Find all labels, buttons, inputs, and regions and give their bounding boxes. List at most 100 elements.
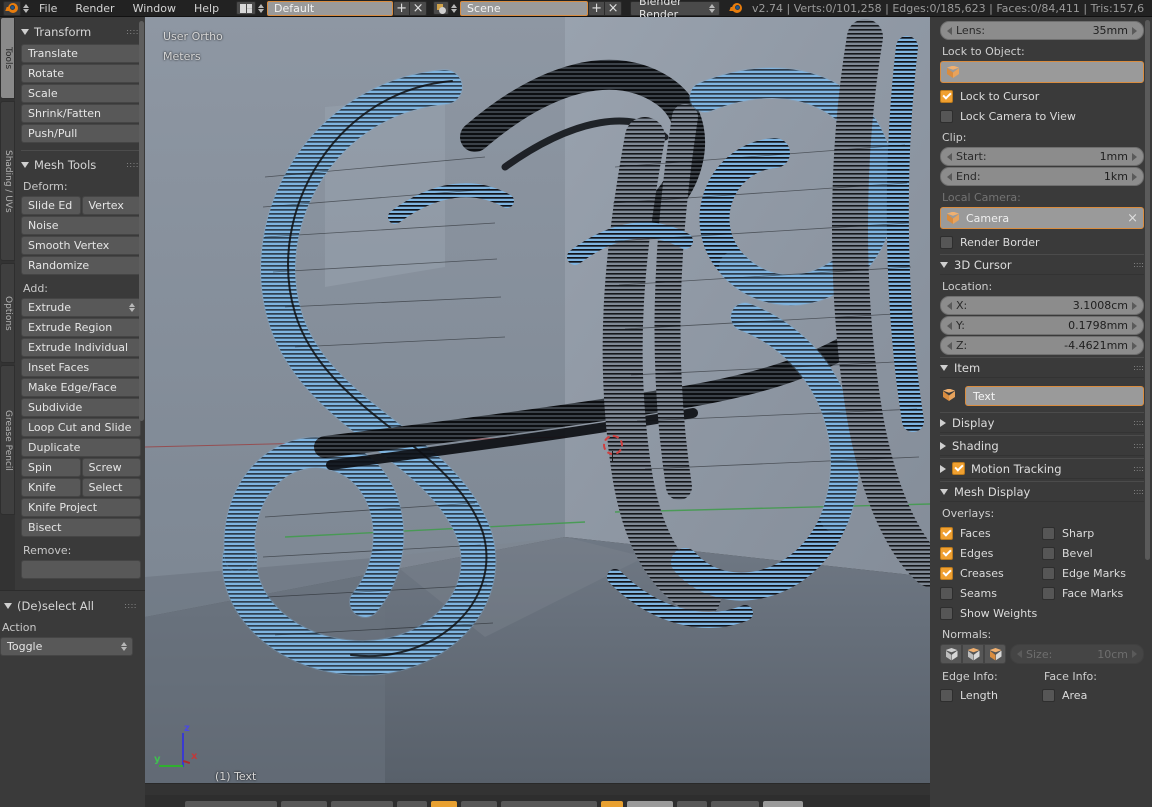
tab-grease-pencil[interactable]: Grease Pencil xyxy=(0,365,15,515)
field-cursor-z[interactable]: Z: -4.4621mm xyxy=(940,336,1144,355)
button-vertex-normals[interactable] xyxy=(940,644,962,664)
menu-render[interactable]: Render xyxy=(66,1,123,16)
tab-shading-uvs[interactable]: Shading / UVs xyxy=(0,101,15,261)
dropdown-extrude[interactable]: Extrude xyxy=(21,298,141,317)
timeline-field[interactable] xyxy=(763,801,803,807)
checkbox-faces[interactable] xyxy=(940,526,953,540)
row-render-border[interactable]: Render Border xyxy=(940,232,1144,252)
row-overlay-creases[interactable]: Creases xyxy=(940,563,1042,583)
section-header-3d-cursor[interactable]: 3D Cursor :::: xyxy=(940,254,1144,275)
button-duplicate[interactable]: Duplicate xyxy=(21,438,141,457)
screen-layout-spinner-icon[interactable] xyxy=(257,3,265,13)
button-knife[interactable]: Knife xyxy=(21,478,81,497)
checkbox-seams[interactable] xyxy=(940,586,953,600)
button-noise[interactable]: Noise xyxy=(21,216,141,235)
checkbox-face-marks[interactable] xyxy=(1042,586,1055,600)
operator-panel-header[interactable]: (De)select All :::: xyxy=(4,597,139,614)
checkbox-motion-tracking[interactable] xyxy=(952,462,965,475)
row-overlay-edges[interactable]: Edges xyxy=(940,543,1042,563)
row-face-area[interactable]: Area xyxy=(1042,685,1144,705)
timeline-button[interactable] xyxy=(397,801,427,807)
timeline-button[interactable] xyxy=(501,801,597,807)
app-menu-spinner-icon[interactable] xyxy=(22,3,30,13)
section-header-motion-tracking[interactable]: Motion Tracking :::: xyxy=(940,458,1144,479)
delete-scene-button[interactable]: × xyxy=(605,0,623,16)
checkbox-bevel[interactable] xyxy=(1042,546,1055,560)
checkbox-lock-to-cursor[interactable] xyxy=(940,89,953,103)
section-header-shading[interactable]: Shading :::: xyxy=(940,435,1144,456)
scene-icon[interactable] xyxy=(433,1,450,15)
row-show-weights[interactable]: Show Weights xyxy=(940,603,1144,623)
increment-icon[interactable] xyxy=(1132,301,1137,310)
delete-screen-layout-button[interactable]: × xyxy=(410,0,428,16)
panel-header-mesh-tools[interactable]: Mesh Tools :::: xyxy=(21,156,141,173)
menu-file[interactable]: File xyxy=(30,1,66,16)
button-shrink-fatten[interactable]: Shrink/Fatten xyxy=(21,104,141,123)
timeline-button[interactable] xyxy=(711,801,759,807)
dropdown-action[interactable]: Toggle xyxy=(0,637,133,656)
checkbox-lock-camera-to-view[interactable] xyxy=(940,109,953,123)
render-engine-select[interactable]: Blender Render xyxy=(630,0,721,21)
timeline-button[interactable] xyxy=(331,801,393,807)
button-remove-clipped[interactable] xyxy=(21,560,141,579)
button-vertex-slide[interactable]: Vertex xyxy=(81,196,141,215)
field-cursor-y[interactable]: Y: 0.1798mm xyxy=(940,316,1144,335)
button-split-normals[interactable] xyxy=(962,644,984,664)
row-overlay-face-marks[interactable]: Face Marks xyxy=(1042,583,1144,603)
row-lock-to-cursor[interactable]: Lock to Cursor xyxy=(940,86,1144,106)
increment-icon[interactable] xyxy=(1132,341,1137,350)
row-overlay-edge-marks[interactable]: Edge Marks xyxy=(1042,563,1144,583)
timeline-key-button[interactable] xyxy=(601,801,623,807)
field-clip-start[interactable]: Start: 1mm xyxy=(940,147,1144,166)
screen-layout-field[interactable]: Default xyxy=(267,0,394,16)
3d-viewport[interactable]: User Ortho Meters (1) Text z y x xyxy=(145,17,930,795)
button-knife-project[interactable]: Knife Project xyxy=(21,498,141,517)
checkbox-edges[interactable] xyxy=(940,546,953,560)
section-header-mesh-display[interactable]: Mesh Display :::: xyxy=(940,481,1144,502)
section-header-display[interactable]: Display :::: xyxy=(940,412,1144,433)
row-overlay-seams[interactable]: Seams xyxy=(940,583,1042,603)
screen-layout-icon[interactable] xyxy=(236,1,257,15)
row-edge-length[interactable]: Length xyxy=(940,685,1042,705)
button-scale[interactable]: Scale xyxy=(21,84,141,103)
button-screw[interactable]: Screw xyxy=(81,458,141,477)
button-extrude-individual[interactable]: Extrude Individual xyxy=(21,338,141,357)
scene-name-field[interactable]: Scene xyxy=(460,0,589,16)
increment-icon[interactable] xyxy=(1132,650,1137,658)
timeline-record-button[interactable] xyxy=(431,801,457,807)
field-object-name[interactable]: Text xyxy=(965,386,1144,406)
button-face-normals[interactable] xyxy=(984,644,1006,664)
scrollbar-thumb[interactable] xyxy=(139,21,144,421)
button-loop-cut-and-slide[interactable]: Loop Cut and Slide xyxy=(21,418,141,437)
scene-spinner-icon[interactable] xyxy=(450,3,458,13)
checkbox-edge-marks[interactable] xyxy=(1042,566,1055,580)
button-randomize[interactable]: Randomize xyxy=(21,256,141,275)
clear-local-camera-icon[interactable]: × xyxy=(1127,212,1138,225)
button-slide-edge[interactable]: Slide Ed xyxy=(21,196,81,215)
button-spin[interactable]: Spin xyxy=(21,458,81,477)
row-overlay-bevel[interactable]: Bevel xyxy=(1042,543,1144,563)
button-translate[interactable]: Translate xyxy=(21,44,141,63)
button-inset-faces[interactable]: Inset Faces xyxy=(21,358,141,377)
field-lock-to-object[interactable] xyxy=(940,61,1144,83)
button-make-edge-face[interactable]: Make Edge/Face xyxy=(21,378,141,397)
menu-window[interactable]: Window xyxy=(124,1,185,16)
add-scene-button[interactable]: + xyxy=(588,0,606,16)
scrollbar-thumb[interactable] xyxy=(1145,20,1150,560)
panel-header-transform[interactable]: Transform :::: xyxy=(21,23,141,40)
increment-icon[interactable] xyxy=(1132,26,1137,35)
button-knife-select[interactable]: Select xyxy=(81,478,141,497)
properties-scrollbar[interactable] xyxy=(1145,20,1150,580)
field-normals-size[interactable]: Size: 10cm xyxy=(1010,644,1144,664)
tool-shelf-scrollbar[interactable] xyxy=(139,21,144,586)
timeline-button[interactable] xyxy=(677,801,707,807)
button-subdivide[interactable]: Subdivide xyxy=(21,398,141,417)
row-lock-camera-to-view[interactable]: Lock Camera to View xyxy=(940,106,1144,126)
button-extrude-region[interactable]: Extrude Region xyxy=(21,318,141,337)
timeline-button[interactable] xyxy=(185,801,277,807)
increment-icon[interactable] xyxy=(1132,172,1137,181)
button-bisect[interactable]: Bisect xyxy=(21,518,141,537)
field-clip-end[interactable]: End: 1km xyxy=(940,167,1144,186)
checkbox-sharp[interactable] xyxy=(1042,526,1055,540)
increment-icon[interactable] xyxy=(1132,152,1137,161)
